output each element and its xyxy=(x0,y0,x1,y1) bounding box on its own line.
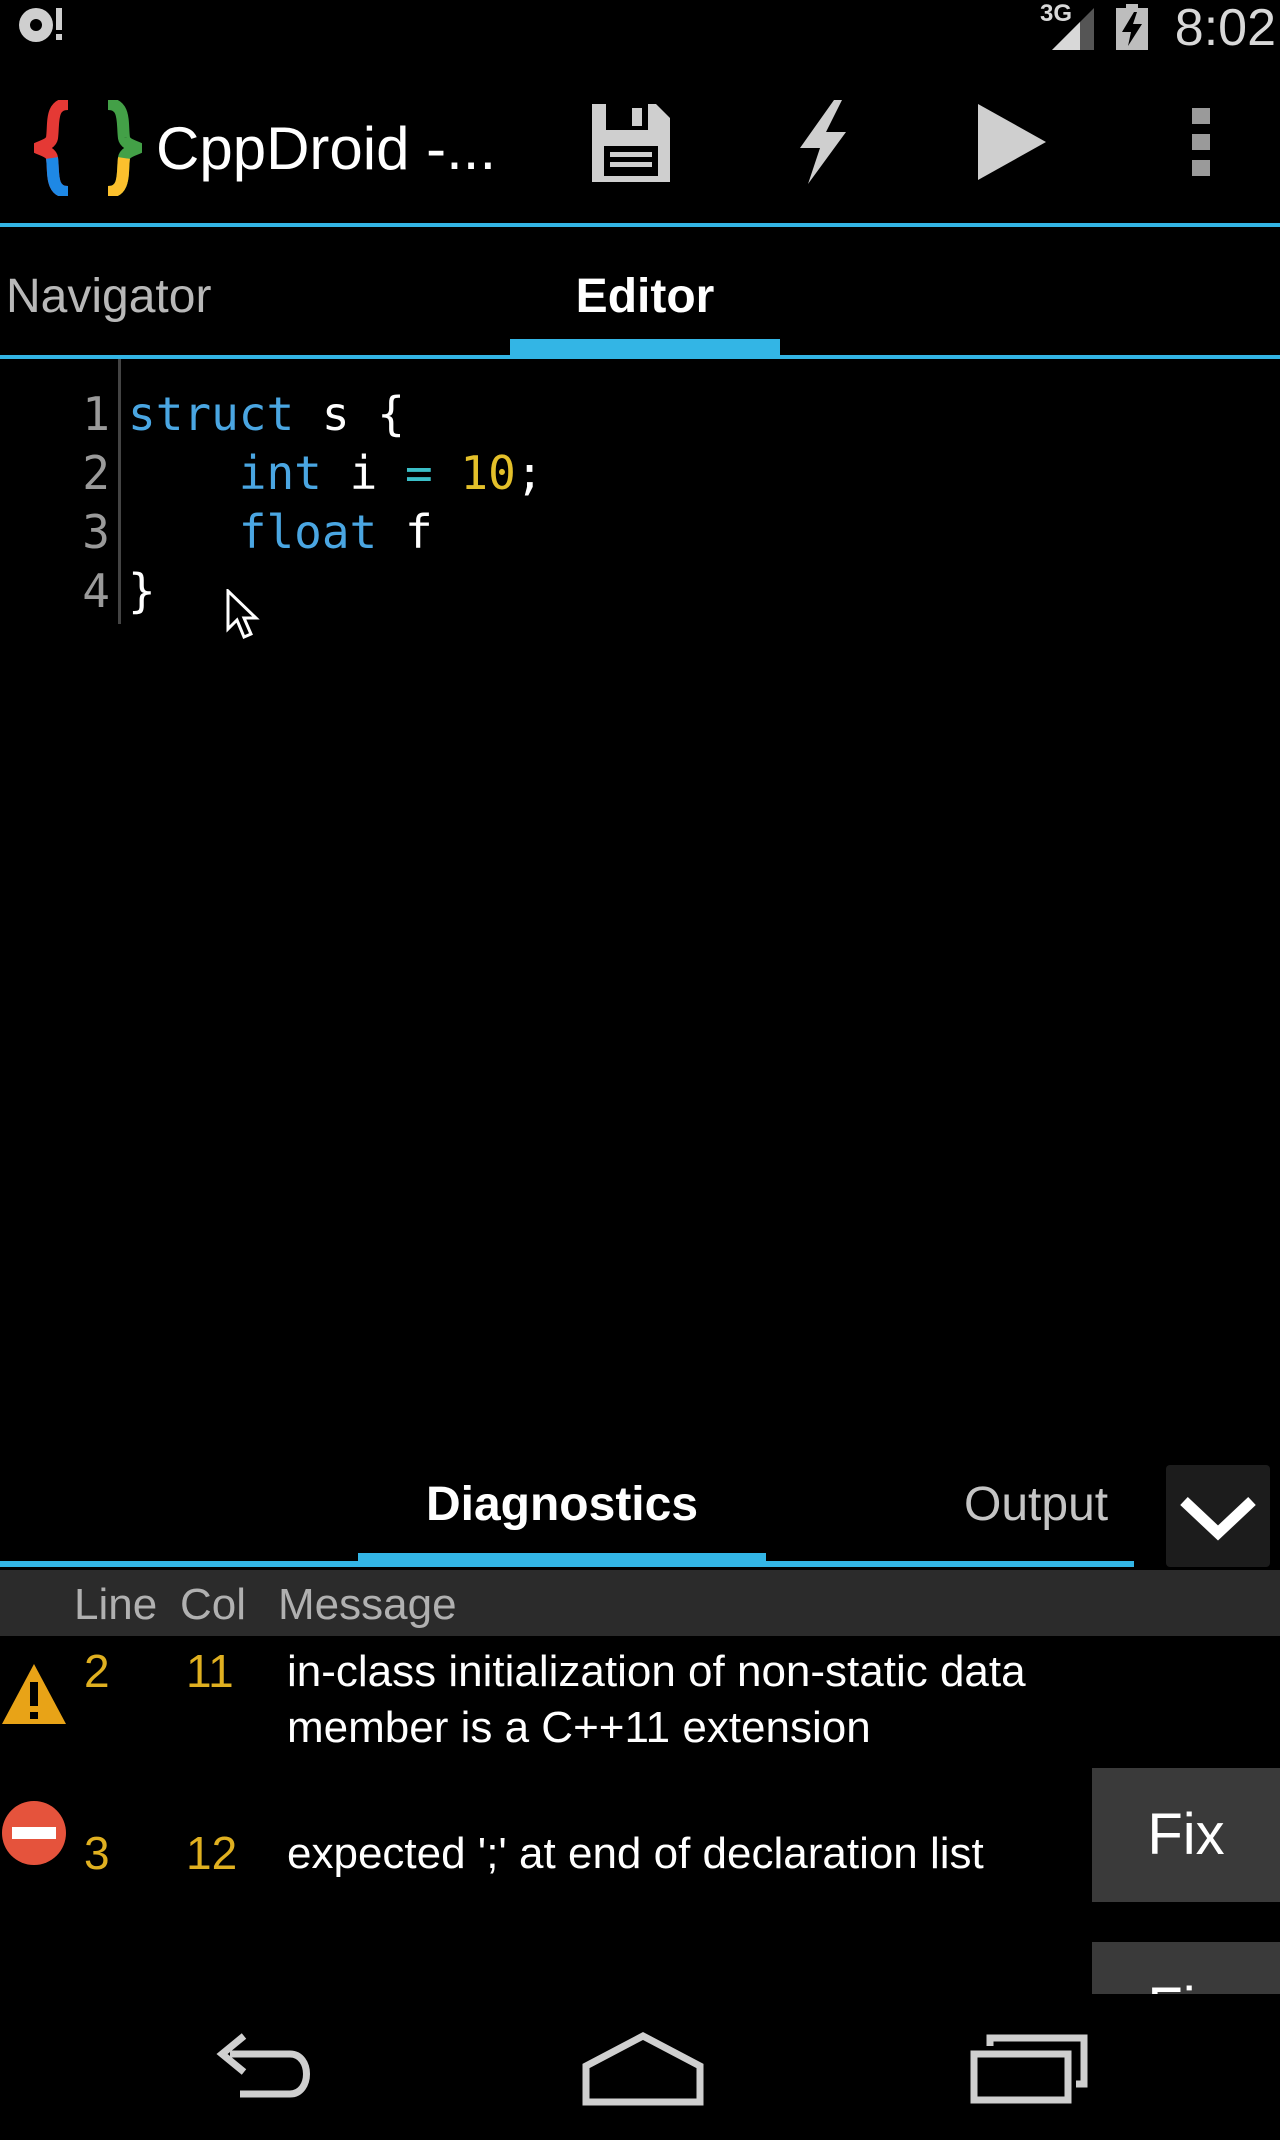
tab-diagnostics[interactable]: Diagnostics xyxy=(358,1477,766,1532)
diagnostic-row[interactable]: 3 12 expected ';' at end of declaration li… xyxy=(0,1768,1280,1948)
diag-line: 2 xyxy=(84,1645,110,1697)
line-number: 3 xyxy=(82,505,110,559)
overflow-menu-icon[interactable] xyxy=(1152,92,1252,192)
code-token: s { xyxy=(294,387,405,441)
code-line[interactable]: } xyxy=(128,564,156,618)
tab-selected-indicator xyxy=(358,1553,766,1567)
tab-output[interactable]: Output xyxy=(964,1477,1108,1532)
chevron-down-icon xyxy=(1180,1496,1256,1541)
cpu-notification-icon xyxy=(19,8,62,42)
save-icon[interactable] xyxy=(580,92,680,192)
back-icon[interactable] xyxy=(200,2024,324,2114)
code-editor[interactable]: 1234 struct s { int i = 10; float f} xyxy=(0,359,1280,1449)
diagnostics-list[interactable]: 2 11 in-class initialization of non-static… xyxy=(0,1636,1280,1994)
fix-button[interactable]: Fix xyxy=(1092,1942,1280,1994)
diagnostic-row[interactable]: 2 11 in-class initialization of non-static… xyxy=(0,1636,1280,1796)
code-token: = xyxy=(404,446,433,500)
code-line[interactable]: int i = 10; xyxy=(128,446,544,500)
navigation-bar xyxy=(0,1994,1280,2140)
code-line[interactable]: float f xyxy=(128,505,433,559)
header-line: Line xyxy=(74,1580,158,1629)
diag-message: expected ';' at end of declaration list xyxy=(287,1829,984,1878)
recent-apps-icon[interactable] xyxy=(968,2024,1092,2114)
warning-icon xyxy=(2,1664,66,1724)
code-token: struct xyxy=(128,387,295,441)
status-bar: 3G 8:02 xyxy=(0,0,1280,62)
code-token: f xyxy=(377,505,433,559)
status-time: 8:02 xyxy=(1174,0,1276,57)
diag-col: 12 xyxy=(186,1827,238,1879)
tab-selected-indicator xyxy=(510,339,780,355)
code-token: } xyxy=(128,564,156,618)
bottom-panel-tabs: Diagnostics Output xyxy=(0,1449,1280,1570)
tab-navigator[interactable]: Navigator xyxy=(6,227,211,355)
action-bar: CppDroid -... xyxy=(0,62,1280,227)
header-col: Col xyxy=(180,1580,247,1629)
gutter-divider xyxy=(118,359,121,624)
line-number: 2 xyxy=(82,446,110,500)
diag-col: 11 xyxy=(186,1645,234,1697)
tab-editor[interactable]: Editor xyxy=(510,227,780,355)
diag-line: 3 xyxy=(84,1827,110,1879)
error-icon xyxy=(2,1801,66,1865)
line-number: 4 xyxy=(82,564,110,618)
code-token: int xyxy=(238,446,322,500)
line-number: 1 xyxy=(82,387,110,441)
run-icon[interactable] xyxy=(960,92,1060,192)
home-icon[interactable] xyxy=(580,2024,706,2114)
battery-icon xyxy=(1116,4,1148,50)
diagnostics-header: Line Col Message xyxy=(0,1570,1280,1636)
build-icon[interactable] xyxy=(772,92,872,192)
code-line[interactable]: struct s { xyxy=(128,387,405,441)
collapse-panel-button[interactable] xyxy=(1166,1465,1270,1567)
signal-icon xyxy=(1052,8,1094,50)
code-token: float xyxy=(238,505,378,559)
app-title: CppDroid -... xyxy=(156,115,497,182)
main-tabs: Navigator Editor xyxy=(0,227,1280,359)
fix-button[interactable]: Fix xyxy=(1092,1768,1280,1902)
code-token: i xyxy=(321,446,405,500)
app-logo-icon[interactable] xyxy=(34,100,142,196)
header-message: Message xyxy=(278,1580,457,1629)
code-token: 10 xyxy=(460,446,516,500)
mouse-pointer-icon xyxy=(226,589,260,639)
code-token: ; xyxy=(515,446,544,500)
diagnostic-row[interactable]: 42expected ';' at end of declaration lis… xyxy=(0,1942,1280,1994)
diag-message: in-class initialization of non-static da… xyxy=(287,1647,1026,1752)
